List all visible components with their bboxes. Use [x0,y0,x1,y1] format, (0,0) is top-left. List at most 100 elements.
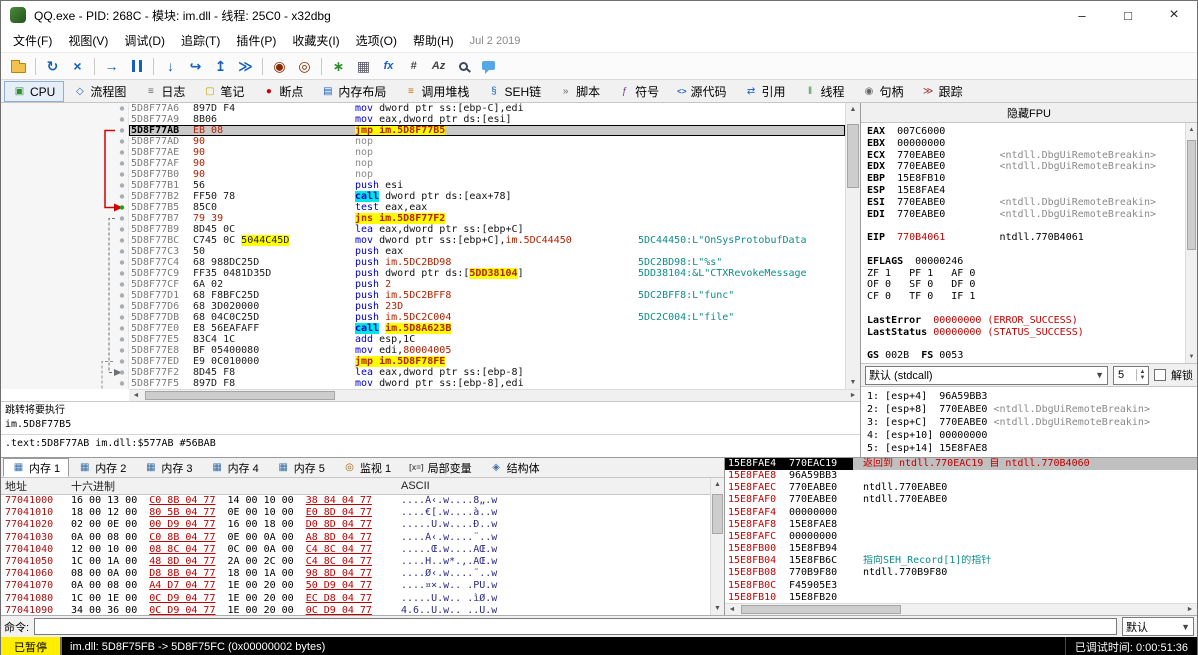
calling-convention-select[interactable]: 默认 (stdcall) ▼ [865,365,1108,385]
argument-count-spinner[interactable]: 5 ▲ ▼ [1113,365,1149,385]
disasm-row[interactable]: 5D8F77E0 E8 56EAFAFF call im.5D8A623B [129,323,845,334]
breakpoint-dot[interactable] [119,348,125,353]
scroll-thumb[interactable] [1187,140,1196,250]
breakpoint-dot[interactable] [119,238,125,243]
scroll-right-icon[interactable]: ► [846,392,860,399]
pause-button[interactable] [124,54,149,78]
dump-row[interactable]: 77041020 02 00 0E 00 00 D9 04 77 16 00 18 0… [1,519,710,531]
breakpoint-dot[interactable] [119,128,125,133]
minimize-button[interactable]: – [1059,1,1105,29]
breakpoint-dot[interactable] [119,172,125,177]
register-line[interactable]: OF 0 SF 0 DF 0 [867,279,1185,291]
register-line[interactable]: EFLAGS 00000246 [867,256,1185,268]
scroll-left-icon[interactable]: ◄ [725,606,739,613]
trace-into-button[interactable]: ◉ [267,54,292,78]
tab-call-stack[interactable]: ≡ 调用堆栈 [395,81,478,102]
stack-row[interactable]: 15E8FAF0 770EABE0 ntdll.770EABE0 [725,494,1197,506]
tab-symbols[interactable]: ƒ 符号 [609,81,668,102]
strings-button[interactable]: Az [426,54,451,78]
disasm-row[interactable]: 5D8F77E5 83C4 1C add esp,1C [129,334,845,345]
tab-source[interactable]: <> 源代码 [668,81,735,102]
scroll-thumb[interactable] [741,605,901,614]
register-line[interactable]: ESI 770EABE0 <ntdll.DbgUiRemoteBreakin> [867,197,1185,209]
disasm-row[interactable]: 5D8F77BC C745 0C 5044C45D mov dword ptr ss… [129,235,845,246]
register-line[interactable]: ZF 1 PF 1 AF 0 [867,268,1185,280]
menu-item[interactable]: 调试(D) [116,29,173,52]
menu-item[interactable]: 选项(O) [348,29,405,52]
menu-item[interactable]: 帮助(H) [405,29,462,52]
disasm-row[interactable]: 5D8F77F5 897D F8 mov dword ptr ss:[ebp-8],… [129,378,845,389]
disasm-row[interactable]: 5D8F77A6 897D F4 mov dword ptr ss:[ebp-C],… [129,103,845,114]
tab-dump-3[interactable]: ▦ 内存 3 [135,458,201,477]
breakpoint-dot[interactable] [119,260,125,265]
scroll-down-icon[interactable]: ▼ [1186,350,1197,363]
disasm-vscrollbar[interactable]: ▲ ▼ [845,103,860,389]
function-button[interactable]: fx [376,54,401,78]
tab-dump-1[interactable]: ▦ 内存 1 [3,458,70,477]
scroll-thumb[interactable] [712,494,723,534]
dump-row[interactable]: 77041030 0A 00 08 00 C0 8B 04 77 0E 00 0A 0… [1,532,710,544]
restart-button[interactable]: ↻ [40,54,65,78]
disasm-row[interactable]: 5D8F77D6 68 3D020000 push 23D [129,301,845,312]
disasm-row[interactable]: 5D8F77B7 79 39 jns im.5D8F77F2 [129,213,845,224]
breakpoint-dot[interactable] [119,227,125,232]
open-file-button[interactable] [6,54,31,78]
disasm-row[interactable]: 5D8F77AF 90 nop [129,158,845,169]
scroll-up-icon[interactable]: ▲ [1186,123,1197,136]
tab-breakpoints[interactable]: ● 断点 [253,81,312,102]
breakpoint-dot[interactable] [119,194,125,199]
breakpoint-dot[interactable] [119,326,125,331]
stack-row[interactable]: 15E8FB08 770B9F80 ntdll.770B9F80 [725,567,1197,579]
tab-watch-1[interactable]: ◎ 监视 1 [334,458,400,477]
breakpoint-dot[interactable] [119,139,125,144]
argument-line[interactable]: 2: [esp+8] 770EABE0 <ntdll.DbgUiRemoteBr… [867,403,1197,416]
disasm-row[interactable]: 5D8F77AB EB 08 jmp im.5D8F77B5 [129,125,845,136]
disasm-hscrollbar[interactable]: ◄ ► [129,389,860,401]
tab-memory-map[interactable]: ▤ 内存布局 [312,81,395,102]
disasm-row[interactable]: 5D8F77C3 50 push eax [129,246,845,257]
scroll-down-icon[interactable]: ▼ [846,376,860,389]
disasm-row[interactable]: 5D8F77E8 BF 05400080 mov edi,80004005 [129,345,845,356]
close-button[interactable]: × [1151,1,1197,29]
tab-dump-4[interactable]: ▦ 内存 4 [202,458,268,477]
scroll-up-icon[interactable]: ▲ [846,103,860,116]
dump-row[interactable]: 77041090 34 00 36 00 0C D9 04 77 1E 00 20 0… [1,605,710,615]
hash-button[interactable]: # [401,54,426,78]
tab-dump-2[interactable]: ▦ 内存 2 [69,458,135,477]
disasm-row[interactable]: 5D8F77B2 FF50 78 call dword ptr ds:[eax+78… [129,191,845,202]
stack-row[interactable]: 15E8FB04 15E8FB6C 指向SEH_Record[1]的指针 [725,555,1197,567]
menu-item[interactable]: 收藏夹(I) [284,29,347,52]
run-button[interactable]: → [99,54,124,78]
disasm-row[interactable]: 5D8F77AD 90 nop [129,136,845,147]
tab-references[interactable]: ⇄ 引用 [736,81,795,102]
dump-row[interactable]: 77041000 16 00 13 00 C0 8B 04 77 14 00 10 0… [1,495,710,507]
argument-line[interactable]: 5: [esp+14] 15E8FAE8 [867,442,1197,455]
disasm-row[interactable]: 5D8F77B9 8D45 0C lea eax,dword ptr ss:[ebp… [129,224,845,235]
breakpoint-dot[interactable] [119,150,125,155]
dump-row[interactable]: 77041060 08 00 0A 00 D8 8B 04 77 18 00 1A 0… [1,568,710,580]
register-line[interactable]: LastStatus 00000000 (STATUS_SUCCESS) [867,327,1185,339]
stack-hscrollbar[interactable]: ◄ ► [725,603,1197,615]
registers-vscrollbar[interactable]: ▲ ▼ [1185,123,1197,363]
breakpoint-dot[interactable] [119,249,125,254]
trace-over-button[interactable]: ◎ [292,54,317,78]
register-line[interactable] [867,303,1185,315]
stack-row[interactable]: 15E8FAE4 770EAC19 返回到 ntdll.770EAC19 自 ntd… [725,458,1197,471]
breakpoint-dot[interactable] [119,370,125,375]
tab-handles[interactable]: ◉ 句柄 [854,81,913,102]
animate-button[interactable]: ≫ [233,54,258,78]
step-into-button[interactable]: ↓ [158,54,183,78]
disasm-row[interactable]: 5D8F77B5 85C0 test eax,eax [129,202,845,213]
argument-line[interactable]: 4: [esp+10] 00000000 [867,429,1197,442]
breakpoint-dot[interactable] [119,183,125,188]
menu-item[interactable]: 文件(F) [5,29,60,52]
scroll-down-icon[interactable]: ▼ [711,602,724,615]
disasm-row[interactable]: 5D8F77ED E9 0C010000 jmp im.5D8F78FE [129,356,845,367]
tab-trace[interactable]: ≫ 跟踪 [913,81,972,102]
maximize-button[interactable]: □ [1105,1,1151,29]
breakpoint-dot[interactable] [119,337,125,342]
breakpoint-dot[interactable] [119,271,125,276]
tab-locals[interactable]: [x=] 局部变量 [400,458,480,477]
disasm-row[interactable]: 5D8F77C4 68 988DC25D push im.5DC2BD98 5DC2B… [129,257,845,268]
register-line[interactable]: EDI 770EABE0 <ntdll.DbgUiRemoteBreakin> [867,209,1185,221]
